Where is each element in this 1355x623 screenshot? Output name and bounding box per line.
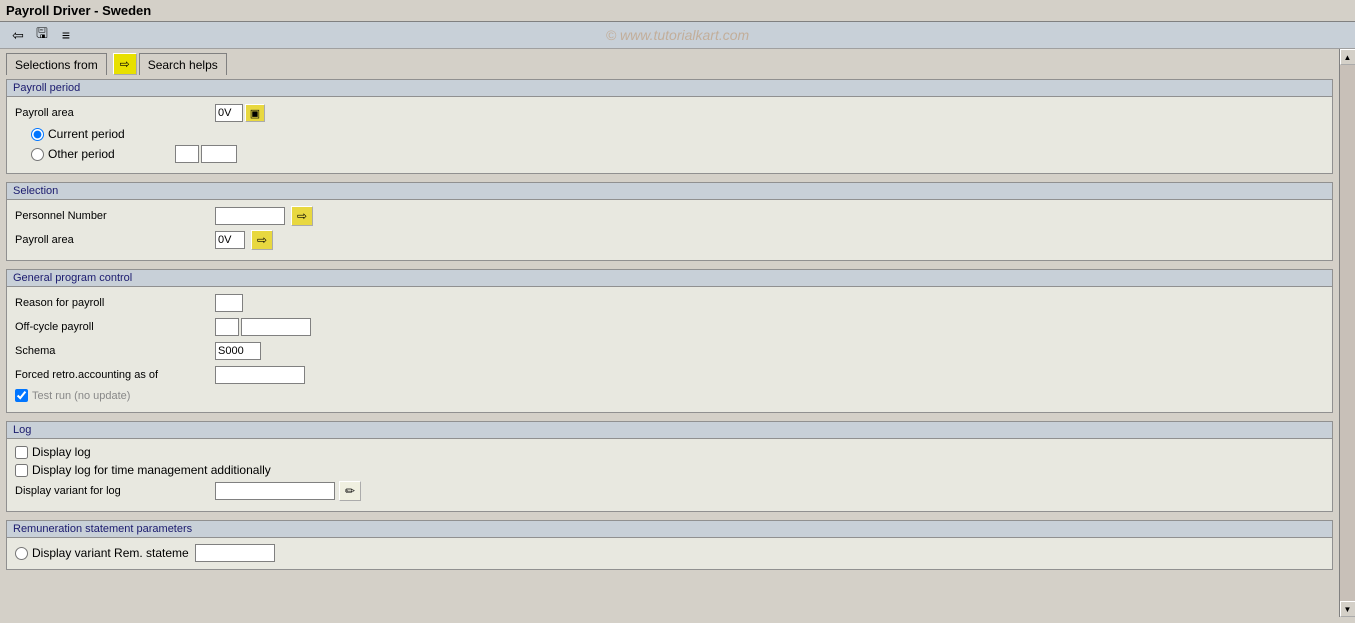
tab-selections-from[interactable]: Selections from bbox=[6, 53, 107, 75]
other-period-inputs bbox=[175, 145, 237, 163]
title-bar: Payroll Driver - Sweden bbox=[0, 0, 1355, 22]
payroll-area-row: Payroll area ▣ bbox=[15, 103, 1324, 123]
log-body: Display log Display log for time managem… bbox=[7, 439, 1332, 511]
display-variant-log-label: Display variant for log bbox=[15, 485, 215, 497]
current-period-row: Current period bbox=[15, 127, 1324, 141]
selection-section: Selection Personnel Number ⇨ Payroll are… bbox=[6, 182, 1333, 261]
payroll-area-select-btn[interactable]: ▣ bbox=[245, 104, 265, 122]
other-period-label: Other period bbox=[48, 147, 115, 161]
personnel-number-row: Personnel Number ⇨ bbox=[15, 206, 1324, 226]
display-log-checkbox[interactable] bbox=[15, 446, 28, 459]
selection-body: Personnel Number ⇨ Payroll area ⇨ bbox=[7, 200, 1332, 260]
personnel-number-input[interactable] bbox=[215, 207, 285, 225]
back-icon[interactable]: ⇦ bbox=[8, 25, 28, 45]
scrollbar-track[interactable] bbox=[1340, 65, 1355, 601]
display-variant-rem-radio[interactable] bbox=[15, 547, 28, 560]
display-variant-rem-input[interactable] bbox=[195, 544, 275, 562]
toolbar: ⇦ 🖫 ≡ © www.tutorialkart.com bbox=[0, 22, 1355, 49]
off-cycle-input-2[interactable] bbox=[241, 318, 311, 336]
display-variant-rem-label: Display variant Rem. stateme bbox=[32, 546, 189, 560]
payroll-period-section: Payroll period Payroll area ▣ Current pe… bbox=[6, 79, 1333, 174]
reason-payroll-label: Reason for payroll bbox=[15, 297, 215, 309]
watermark: © www.tutorialkart.com bbox=[606, 27, 749, 43]
log-section: Log Display log Display log for time man… bbox=[6, 421, 1333, 512]
payroll-period-body: Payroll area ▣ Current period Other peri… bbox=[7, 97, 1332, 173]
test-run-checkbox[interactable] bbox=[15, 389, 28, 402]
selection-payroll-area-select-btn[interactable]: ⇨ bbox=[251, 230, 273, 250]
scroll-down-btn[interactable]: ▼ bbox=[1340, 601, 1355, 617]
tab-arrow-icon: ⇨ bbox=[113, 53, 137, 75]
remuneration-header: Remuneration statement parameters bbox=[7, 521, 1332, 538]
forced-retro-label: Forced retro.accounting as of bbox=[15, 369, 215, 381]
payroll-area-label: Payroll area bbox=[15, 107, 215, 119]
forced-retro-row: Forced retro.accounting as of bbox=[15, 365, 1324, 385]
other-period-input-2[interactable] bbox=[201, 145, 237, 163]
payroll-area-input[interactable] bbox=[215, 104, 243, 122]
content-area: Selections from ⇨ Search helps Payroll p… bbox=[0, 49, 1339, 617]
selection-payroll-area-input[interactable] bbox=[215, 231, 245, 249]
display-variant-log-edit-btn[interactable]: ✏ bbox=[339, 481, 361, 501]
vertical-scrollbar[interactable]: ▲ ▼ bbox=[1339, 49, 1355, 617]
selection-header: Selection bbox=[7, 183, 1332, 200]
other-period-row: Other period bbox=[15, 145, 1324, 163]
display-variant-log-input[interactable] bbox=[215, 482, 335, 500]
current-period-label: Current period bbox=[48, 127, 125, 141]
display-log-label: Display log bbox=[32, 445, 91, 459]
log-header: Log bbox=[7, 422, 1332, 439]
general-program-control-body: Reason for payroll Off-cycle payroll Sch… bbox=[7, 287, 1332, 412]
general-program-control-header: General program control bbox=[7, 270, 1332, 287]
test-run-label: Test run (no update) bbox=[32, 390, 130, 402]
test-run-row: Test run (no update) bbox=[15, 389, 1324, 402]
off-cycle-inputs bbox=[215, 318, 311, 336]
schema-label: Schema bbox=[15, 345, 215, 357]
personnel-number-select-btn[interactable]: ⇨ bbox=[291, 206, 313, 226]
off-cycle-input-1[interactable] bbox=[215, 318, 239, 336]
display-log-row: Display log bbox=[15, 445, 1324, 459]
display-variant-log-row: Display variant for log ✏ bbox=[15, 481, 1324, 501]
scroll-up-btn[interactable]: ▲ bbox=[1340, 49, 1355, 65]
display-log-time-label: Display log for time management addition… bbox=[32, 463, 271, 477]
other-period-radio[interactable] bbox=[31, 148, 44, 161]
display-variant-rem-row: Display variant Rem. stateme bbox=[15, 544, 1324, 562]
payroll-period-header: Payroll period bbox=[7, 80, 1332, 97]
schema-input[interactable] bbox=[215, 342, 261, 360]
personnel-number-label: Personnel Number bbox=[15, 210, 215, 222]
reason-payroll-input[interactable] bbox=[215, 294, 243, 312]
save-icon[interactable]: 🖫 bbox=[32, 25, 52, 45]
other-period-input-1[interactable] bbox=[175, 145, 199, 163]
off-cycle-payroll-row: Off-cycle payroll bbox=[15, 317, 1324, 337]
selection-payroll-area-label: Payroll area bbox=[15, 234, 215, 246]
display-log-time-checkbox[interactable] bbox=[15, 464, 28, 477]
display-log-time-row: Display log for time management addition… bbox=[15, 463, 1324, 477]
general-program-control-section: General program control Reason for payro… bbox=[6, 269, 1333, 413]
reason-payroll-row: Reason for payroll bbox=[15, 293, 1324, 313]
tab-search-helps[interactable]: Search helps bbox=[139, 53, 227, 75]
remuneration-section: Remuneration statement parameters Displa… bbox=[6, 520, 1333, 570]
schema-row: Schema bbox=[15, 341, 1324, 361]
menu-icon[interactable]: ≡ bbox=[56, 25, 76, 45]
current-period-radio[interactable] bbox=[31, 128, 44, 141]
selection-payroll-area-row: Payroll area ⇨ bbox=[15, 230, 1324, 250]
tab-bar: Selections from ⇨ Search helps bbox=[6, 53, 1333, 75]
forced-retro-input[interactable] bbox=[215, 366, 305, 384]
main-content: Selections from ⇨ Search helps Payroll p… bbox=[0, 49, 1355, 617]
off-cycle-payroll-label: Off-cycle payroll bbox=[15, 321, 215, 333]
window-title: Payroll Driver - Sweden bbox=[6, 3, 151, 18]
remuneration-body: Display variant Rem. stateme bbox=[7, 538, 1332, 570]
